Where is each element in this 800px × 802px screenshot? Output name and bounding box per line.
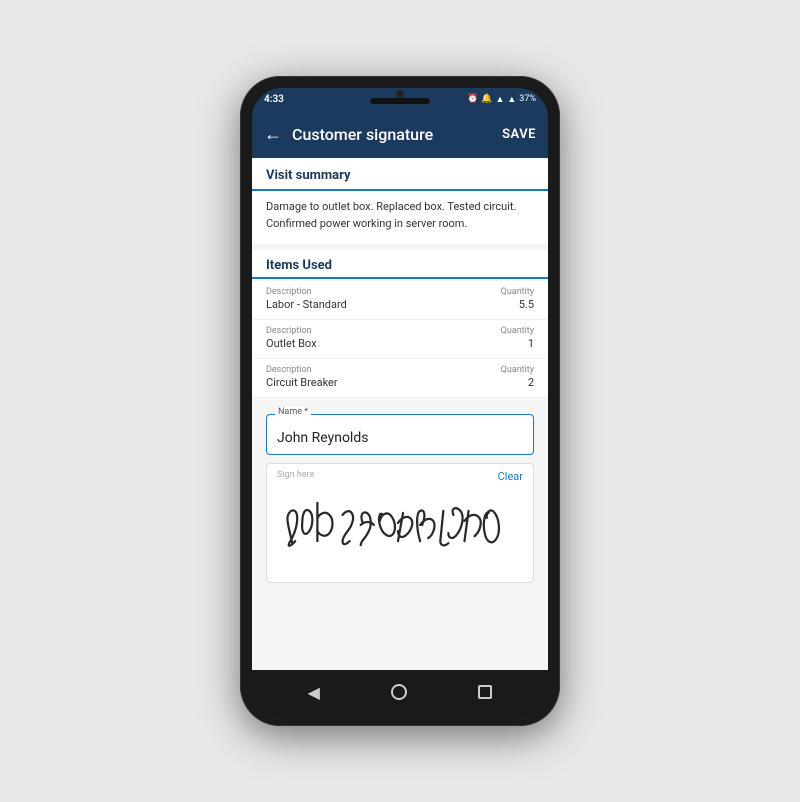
- clear-button[interactable]: Clear: [498, 470, 523, 483]
- back-button[interactable]: ←: [264, 124, 282, 145]
- name-field-container: Name * John Reynolds: [266, 414, 534, 455]
- wifi-icon: ▲: [495, 94, 504, 105]
- recents-button[interactable]: [478, 685, 492, 699]
- quantity-label-3: Quantity: [501, 365, 534, 375]
- signature-box[interactable]: Sign here Clear: [266, 463, 534, 583]
- description-label: Description: [266, 287, 312, 297]
- status-icons: ⏰ 🔔 ▲ ▲ 37%: [467, 94, 536, 105]
- back-nav-button[interactable]: ◀: [308, 683, 320, 702]
- app-content: Visit summary Damage to outlet box. Repl…: [252, 158, 548, 670]
- sign-here-label: Sign here: [277, 470, 314, 480]
- description-label-3: Description: [266, 365, 312, 375]
- signal-icon: ▲: [507, 94, 516, 105]
- phone-camera: [396, 90, 404, 98]
- signature-section: Sign here Clear: [252, 463, 548, 593]
- item-row-header: Description Quantity: [266, 365, 534, 375]
- quantity-label-2: Quantity: [501, 326, 534, 336]
- item-description-1: Labor - Standard: [266, 298, 347, 311]
- item-row-header: Description Quantity: [266, 287, 534, 297]
- alarm-icon: ⏰: [467, 94, 478, 104]
- phone-device: 4:33 ⏰ 🔔 ▲ ▲ 37% ← Customer signature SA…: [240, 76, 560, 726]
- item-quantity-3: 2: [528, 376, 534, 389]
- item-row-header: Description Quantity: [266, 326, 534, 336]
- item-description-2: Outlet Box: [266, 337, 317, 350]
- item-row-values: Circuit Breaker 2: [266, 376, 534, 389]
- phone-speaker: [370, 98, 430, 104]
- nav-bar: ◀: [252, 670, 548, 714]
- item-quantity-1: 5.5: [519, 298, 534, 311]
- phone-screen: 4:33 ⏰ 🔔 ▲ ▲ 37% ← Customer signature SA…: [252, 88, 548, 714]
- save-button[interactable]: SAVE: [502, 127, 536, 142]
- notification-icon: 🔔: [481, 94, 492, 104]
- item-quantity-2: 1: [528, 337, 534, 350]
- quantity-label: Quantity: [501, 287, 534, 297]
- name-field-label: Name *: [275, 407, 311, 417]
- name-field-section: Name * John Reynolds: [252, 406, 548, 463]
- visit-summary-text: Damage to outlet box. Replaced box. Test…: [252, 191, 548, 244]
- signature-drawing: [267, 464, 533, 582]
- table-row: Description Quantity Outlet Box 1: [252, 320, 548, 359]
- table-row: Description Quantity Circuit Breaker 2: [252, 359, 548, 398]
- visit-summary-header: Visit summary: [252, 158, 548, 191]
- item-description-3: Circuit Breaker: [266, 376, 338, 389]
- item-row-values: Labor - Standard 5.5: [266, 298, 534, 311]
- item-row-values: Outlet Box 1: [266, 337, 534, 350]
- name-field-value[interactable]: John Reynolds: [277, 430, 368, 446]
- items-used-header: Items Used: [252, 250, 548, 279]
- battery-text: 37%: [519, 94, 536, 104]
- status-time: 4:33: [264, 94, 284, 105]
- app-header: ← Customer signature SAVE: [252, 110, 548, 158]
- table-row: Description Quantity Labor - Standard 5.…: [252, 281, 548, 320]
- page-title: Customer signature: [292, 125, 502, 144]
- home-button[interactable]: [391, 684, 407, 700]
- items-table: Description Quantity Labor - Standard 5.…: [252, 281, 548, 398]
- description-label-2: Description: [266, 326, 312, 336]
